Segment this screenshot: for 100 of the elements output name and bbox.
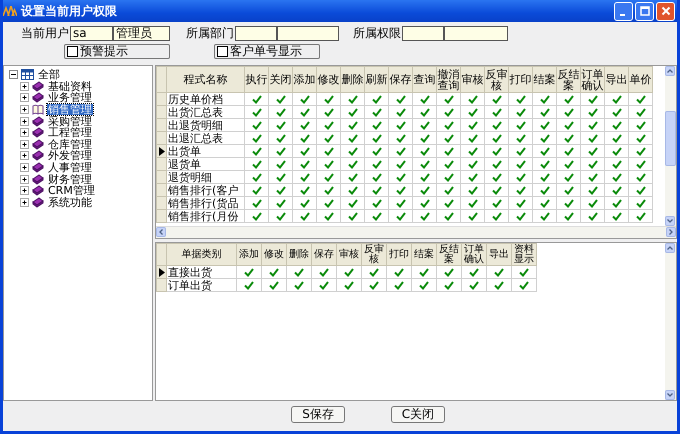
column-header[interactable]: 添加	[292, 66, 316, 92]
table-cell: 出货汇总表	[166, 106, 244, 118]
scroll-down-icon[interactable]	[665, 216, 675, 226]
expand-icon[interactable]	[20, 140, 29, 149]
scroll-up-icon[interactable]	[665, 66, 675, 76]
column-header[interactable]: 审核	[460, 66, 484, 92]
column-header[interactable]: 查询	[412, 66, 436, 92]
column-header[interactable]: 删除	[286, 244, 312, 266]
input-field[interactable]	[402, 26, 444, 40]
column-header[interactable]: 反结案	[556, 66, 580, 92]
column-header[interactable]: 关闭	[268, 66, 292, 92]
input-field[interactable]: 管理员	[113, 26, 170, 40]
expand-icon[interactable]	[20, 163, 29, 172]
minimize-icon	[620, 14, 624, 16]
maximize-button[interactable]	[635, 2, 654, 20]
input-field[interactable]	[444, 26, 508, 40]
tree-item[interactable]: 业务管理	[47, 92, 93, 104]
column-header[interactable]: 保存	[312, 244, 336, 266]
tree-item[interactable]: CRM管理	[47, 185, 96, 196]
field-label: 当前用户	[21, 24, 69, 42]
table-cell: 出退汇总表	[166, 132, 244, 144]
scrollbar[interactable]	[665, 66, 676, 226]
column-header[interactable]: 单据类别	[166, 244, 236, 266]
tree-item[interactable]: 全部	[37, 69, 61, 80]
expand-icon[interactable]	[20, 128, 29, 138]
column-header[interactable]: 反审核	[484, 66, 508, 92]
column-header[interactable]: 导出	[604, 66, 628, 92]
input-field[interactable]	[277, 26, 339, 40]
column-header[interactable]: 撤消查询	[436, 66, 460, 92]
column-header[interactable]: 修改	[262, 244, 286, 266]
table-cell: 历史单价档	[166, 92, 244, 106]
tree-item[interactable]: 外发管理	[47, 150, 93, 162]
column-header[interactable]: 保存	[388, 66, 412, 92]
column-header[interactable]: 刷新	[364, 66, 388, 92]
table-cell: 订单出货	[166, 278, 236, 292]
open-book-icon	[32, 104, 44, 116]
expand-icon[interactable]	[20, 198, 29, 207]
scroll-up-icon[interactable]	[665, 243, 675, 253]
table-cell: 销售排行(客户	[166, 184, 244, 196]
expand-icon[interactable]	[20, 105, 29, 114]
table-icon	[21, 69, 34, 80]
tree-item[interactable]: 系统功能	[47, 196, 93, 208]
checkbox[interactable]: 客户单号显示	[214, 44, 320, 59]
column-header[interactable]: 修改	[316, 66, 340, 92]
input-field[interactable]	[235, 26, 277, 40]
tree-item[interactable]: 销售管理	[47, 104, 93, 116]
column-header[interactable]: 反结案	[436, 244, 462, 266]
column-header[interactable]: 执行	[244, 66, 268, 92]
input-field[interactable]: sa	[70, 26, 113, 40]
column-header[interactable]: 结案	[412, 244, 436, 266]
table-cell: 出退货明细	[166, 118, 244, 132]
column-header[interactable]: 结案	[532, 66, 556, 92]
column-header[interactable]: 订单确认	[462, 244, 486, 266]
column-header[interactable]: 删除	[340, 66, 364, 92]
expand-icon[interactable]	[20, 82, 29, 91]
table-cell: 出货单	[166, 144, 244, 158]
book-icon	[32, 92, 44, 104]
tree-item[interactable]: 人事管理	[47, 162, 93, 174]
scrollbar[interactable]	[665, 243, 676, 400]
column-header[interactable]: 程式名称	[166, 66, 244, 92]
scroll-right-icon[interactable]	[666, 227, 676, 237]
scrollbar[interactable]	[156, 226, 676, 238]
scroll-down-icon[interactable]	[665, 390, 675, 400]
column-header[interactable]: 打印	[386, 244, 412, 266]
table-cell: 直接出货	[166, 266, 236, 278]
table-cell: 销售排行(月份	[166, 210, 244, 222]
column-header[interactable]: 打印	[508, 66, 532, 92]
column-header[interactable]: 订单确认	[580, 66, 604, 92]
expand-icon[interactable]	[20, 186, 29, 196]
tree-item[interactable]: 仓库管理	[47, 138, 93, 150]
checkbox[interactable]: 预警提示	[64, 44, 170, 59]
book-icon	[32, 162, 44, 174]
column-header[interactable]: 单价	[628, 66, 652, 92]
expand-icon[interactable]	[20, 93, 29, 102]
column-header[interactable]: 审核	[336, 244, 362, 266]
tree-item[interactable]: 工程管理	[47, 127, 93, 138]
tree-item[interactable]: 采购管理	[47, 116, 93, 127]
expand-icon[interactable]	[20, 174, 29, 184]
table-cell: 销售排行(货品	[166, 196, 244, 210]
book-icon	[32, 150, 44, 162]
tree-item[interactable]: 财务管理	[47, 174, 93, 185]
book-icon	[32, 174, 44, 185]
column-header[interactable]: 添加	[236, 244, 262, 266]
minimize-button[interactable]	[614, 2, 633, 20]
scroll-thumb[interactable]	[665, 111, 676, 166]
dialog-button[interactable]: S保存	[291, 406, 345, 422]
scroll-left-icon[interactable]	[156, 227, 166, 237]
expand-icon[interactable]	[20, 151, 29, 160]
collapse-icon[interactable]	[9, 70, 18, 80]
column-header[interactable]: 反审核	[362, 244, 386, 266]
book-icon	[32, 185, 44, 196]
tree-item[interactable]: 基础资料	[47, 80, 93, 92]
column-header[interactable]: 资料显示	[512, 244, 536, 266]
table-cell: 退货明细	[166, 170, 244, 184]
column-header[interactable]: 导出	[486, 244, 512, 266]
dialog-button[interactable]: C关闭	[391, 406, 445, 422]
book-icon	[32, 80, 44, 92]
book-icon	[32, 116, 44, 127]
close-button[interactable]	[656, 2, 675, 20]
expand-icon[interactable]	[20, 116, 29, 126]
